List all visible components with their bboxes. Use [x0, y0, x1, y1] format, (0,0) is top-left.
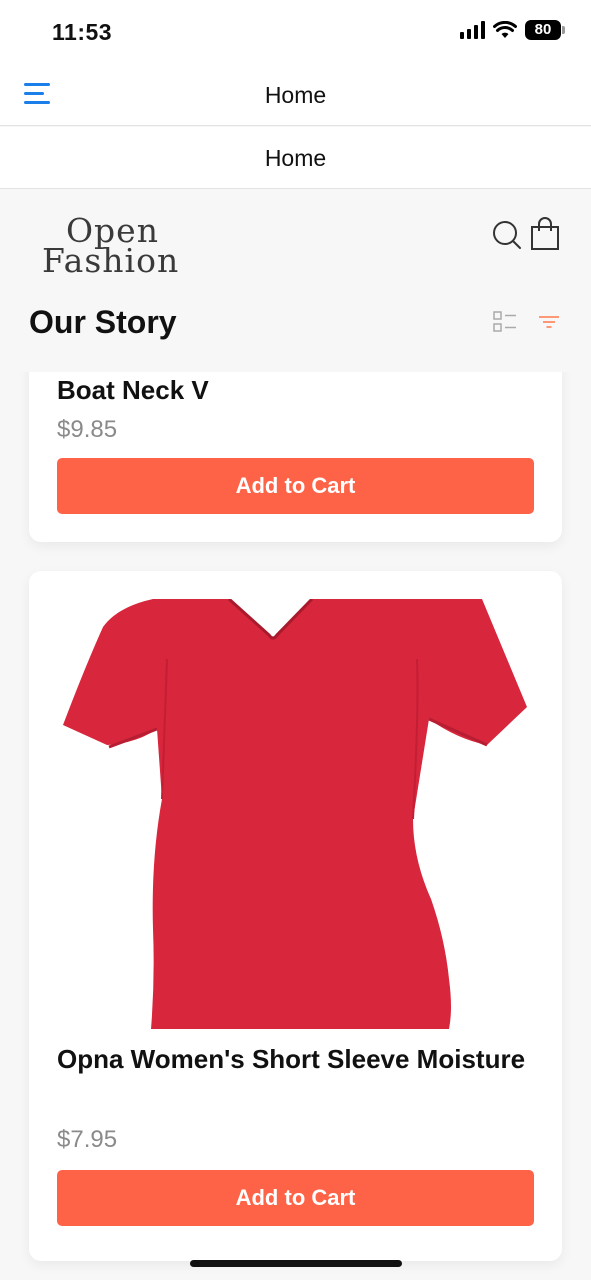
product-price: $7.95: [57, 1126, 118, 1153]
navigation-bar: Home: [0, 64, 591, 126]
product-list[interactable]: Boat Neck V $9.85 Add to Cart Opna Women…: [0, 372, 591, 1280]
product-card[interactable]: Opna Women's Short Sleeve Moisture $7.95…: [29, 571, 562, 1261]
sub-nav-title: Home: [264, 145, 327, 171]
battery-indicator: 80: [525, 20, 565, 40]
cellular-signal-icon: [460, 21, 485, 39]
sub-navigation-bar: Home: [0, 127, 591, 189]
product-card[interactable]: Boat Neck V $9.85 Add to Cart: [29, 372, 562, 542]
logo-line-2: Fashion: [42, 241, 180, 280]
wifi-icon: [493, 21, 517, 38]
brand-logo[interactable]: Open Fashion: [42, 214, 188, 280]
nav-title: Home: [264, 82, 327, 108]
home-indicator[interactable]: [190, 1260, 402, 1267]
section-title: Our Story: [29, 304, 177, 340]
app-screen: 11:53 80 Home Home Open Fashion Our Stor…: [0, 0, 591, 1280]
product-name: Boat Neck V: [57, 375, 209, 405]
shopping-bag-icon[interactable]: [529, 216, 561, 252]
add-to-cart-button[interactable]: Add to Cart: [57, 458, 534, 514]
add-to-cart-button[interactable]: Add to Cart: [57, 1170, 534, 1226]
filter-icon[interactable]: [537, 310, 561, 334]
view-controls: [493, 310, 561, 334]
product-price: $9.85: [57, 416, 118, 443]
status-indicators: 80: [460, 20, 565, 40]
status-time: 11:53: [52, 19, 113, 45]
list-view-icon[interactable]: [493, 310, 517, 334]
search-icon[interactable]: [491, 216, 523, 252]
header-actions: [491, 216, 561, 252]
product-image[interactable]: [57, 599, 534, 1029]
status-bar: 11:53 80: [0, 0, 591, 64]
product-name: Opna Women's Short Sleeve Moisture: [57, 1044, 526, 1074]
